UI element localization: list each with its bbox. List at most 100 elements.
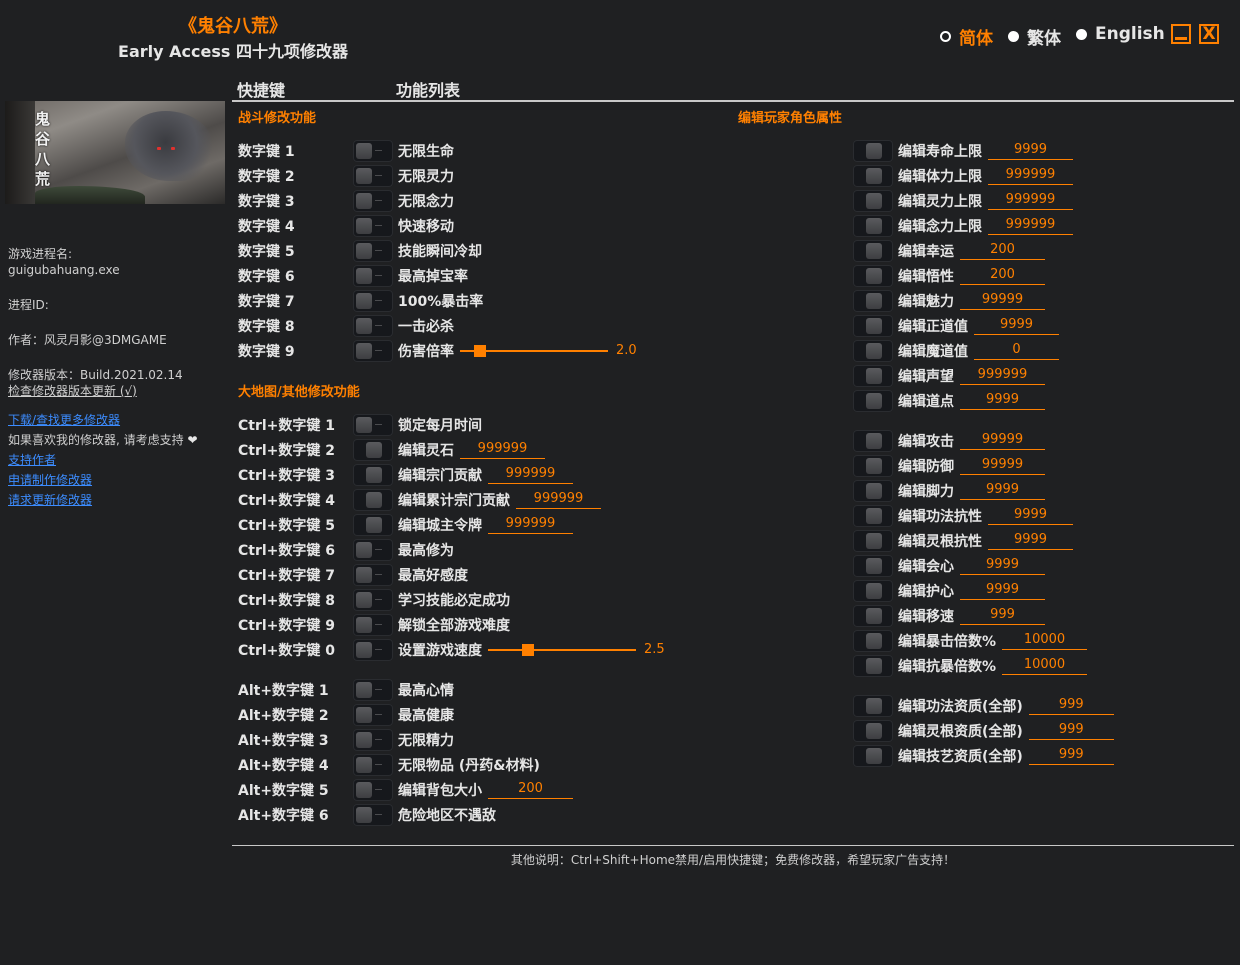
feature-toggle[interactable]: [353, 803, 393, 826]
feature-value-input[interactable]: [1028, 721, 1114, 740]
feature-toggle[interactable]: [353, 638, 393, 661]
feature-toggle[interactable]: [353, 339, 393, 362]
feature-value-input[interactable]: [1028, 696, 1114, 715]
feature-toggle[interactable]: [353, 563, 393, 586]
support-author-link[interactable]: 支持作者: [8, 452, 56, 468]
download-more-link[interactable]: 下载/查找更多修改器: [8, 412, 120, 428]
feature-toggle[interactable]: [853, 529, 893, 552]
feature-toggle[interactable]: [853, 164, 893, 187]
feature-value-input[interactable]: [988, 531, 1073, 550]
feature-value-input[interactable]: [1028, 746, 1114, 765]
check-update-link[interactable]: 检查修改器版本更新 (√): [8, 383, 137, 399]
feature-toggle[interactable]: [853, 629, 893, 652]
feature-value-input[interactable]: [960, 241, 1045, 260]
feature-toggle[interactable]: [353, 703, 393, 726]
language-traditional[interactable]: 繁体: [1008, 24, 1061, 49]
toggle-knob: [356, 267, 372, 284]
feature-toggle[interactable]: [853, 364, 893, 387]
feature-toggle[interactable]: [353, 488, 393, 511]
feature-toggle[interactable]: [853, 579, 893, 602]
feature-toggle[interactable]: [353, 289, 393, 312]
feature-toggle[interactable]: [853, 479, 893, 502]
feature-value-input[interactable]: [960, 456, 1045, 475]
feature-label: 无限精力: [398, 732, 454, 749]
feature-value-input[interactable]: [488, 780, 573, 799]
feature-value-input[interactable]: [960, 391, 1045, 410]
feature-value-input[interactable]: [988, 191, 1073, 210]
feature-toggle[interactable]: [853, 504, 893, 527]
feature-toggle[interactable]: [853, 289, 893, 312]
feature-value-input[interactable]: [960, 431, 1045, 450]
feature-toggle[interactable]: [353, 413, 393, 436]
feature-toggle[interactable]: [853, 744, 893, 767]
feature-toggle[interactable]: [853, 654, 893, 677]
feature-toggle[interactable]: [353, 728, 393, 751]
feature-value-input[interactable]: [516, 490, 601, 509]
feature-value-input[interactable]: [988, 216, 1073, 235]
feature-value-input[interactable]: [488, 465, 573, 484]
feature-row: 编辑声望: [853, 363, 1240, 388]
feature-toggle[interactable]: [853, 214, 893, 237]
language-simplified[interactable]: 简体: [940, 24, 993, 49]
language-english[interactable]: English: [1076, 24, 1165, 44]
feature-toggle[interactable]: [853, 554, 893, 577]
feature-toggle[interactable]: [853, 604, 893, 627]
feature-toggle[interactable]: [353, 588, 393, 611]
feature-value-input[interactable]: [960, 266, 1045, 285]
feature-toggle[interactable]: [353, 438, 393, 461]
feature-toggle[interactable]: [853, 339, 893, 362]
slider-thumb[interactable]: [522, 643, 534, 656]
feature-value-input[interactable]: [960, 581, 1045, 600]
feature-label: 无限生命: [398, 143, 454, 160]
feature-toggle[interactable]: [353, 314, 393, 337]
feature-value-input[interactable]: [974, 341, 1059, 360]
feature-toggle[interactable]: [853, 139, 893, 162]
feature-value-input[interactable]: [960, 291, 1045, 310]
feature-toggle[interactable]: [353, 189, 393, 212]
feature-toggle[interactable]: [353, 778, 393, 801]
feature-toggle[interactable]: [853, 454, 893, 477]
feature-value-input[interactable]: [960, 556, 1045, 575]
feature-toggle[interactable]: [853, 389, 893, 412]
feature-toggle[interactable]: [353, 164, 393, 187]
feature-toggle[interactable]: [853, 429, 893, 452]
toggle-knob: [866, 557, 882, 574]
feature-value-input[interactable]: [488, 515, 573, 534]
feature-value-input[interactable]: [960, 606, 1045, 625]
feature-toggle[interactable]: [353, 264, 393, 287]
close-button[interactable]: X: [1199, 24, 1219, 44]
feature-toggle[interactable]: [353, 139, 393, 162]
feature-slider[interactable]: [488, 643, 636, 657]
feature-value-input[interactable]: [1002, 631, 1088, 650]
feature-value-input[interactable]: [960, 481, 1045, 500]
request-trainer-link[interactable]: 申请制作修改器: [8, 472, 92, 488]
feature-toggle[interactable]: [353, 513, 393, 536]
feature-toggle[interactable]: [853, 694, 893, 717]
feature-row: 编辑护心: [853, 578, 1240, 603]
feature-toggle[interactable]: [353, 678, 393, 701]
feature-toggle[interactable]: [353, 753, 393, 776]
feature-toggle[interactable]: [853, 314, 893, 337]
feature-value-input[interactable]: [460, 440, 545, 459]
toggle-knob: [356, 756, 372, 773]
feature-toggle[interactable]: [853, 189, 893, 212]
feature-toggle[interactable]: [353, 613, 393, 636]
feature-value-input[interactable]: [974, 316, 1059, 335]
request-update-link[interactable]: 请求更新修改器: [8, 492, 92, 508]
feature-value-input[interactable]: [988, 141, 1073, 160]
feature-label: 编辑脚力: [898, 483, 954, 500]
minimize-button[interactable]: [1171, 24, 1191, 44]
slider-thumb[interactable]: [474, 344, 486, 357]
feature-toggle[interactable]: [853, 239, 893, 262]
feature-value-input[interactable]: [960, 366, 1045, 385]
feature-value-input[interactable]: [988, 166, 1073, 185]
feature-toggle[interactable]: [853, 719, 893, 742]
feature-toggle[interactable]: [353, 538, 393, 561]
feature-toggle[interactable]: [353, 214, 393, 237]
feature-slider[interactable]: [460, 344, 608, 358]
feature-toggle[interactable]: [353, 239, 393, 262]
feature-value-input[interactable]: [1002, 656, 1088, 675]
feature-toggle[interactable]: [353, 463, 393, 486]
feature-value-input[interactable]: [988, 506, 1073, 525]
feature-toggle[interactable]: [853, 264, 893, 287]
